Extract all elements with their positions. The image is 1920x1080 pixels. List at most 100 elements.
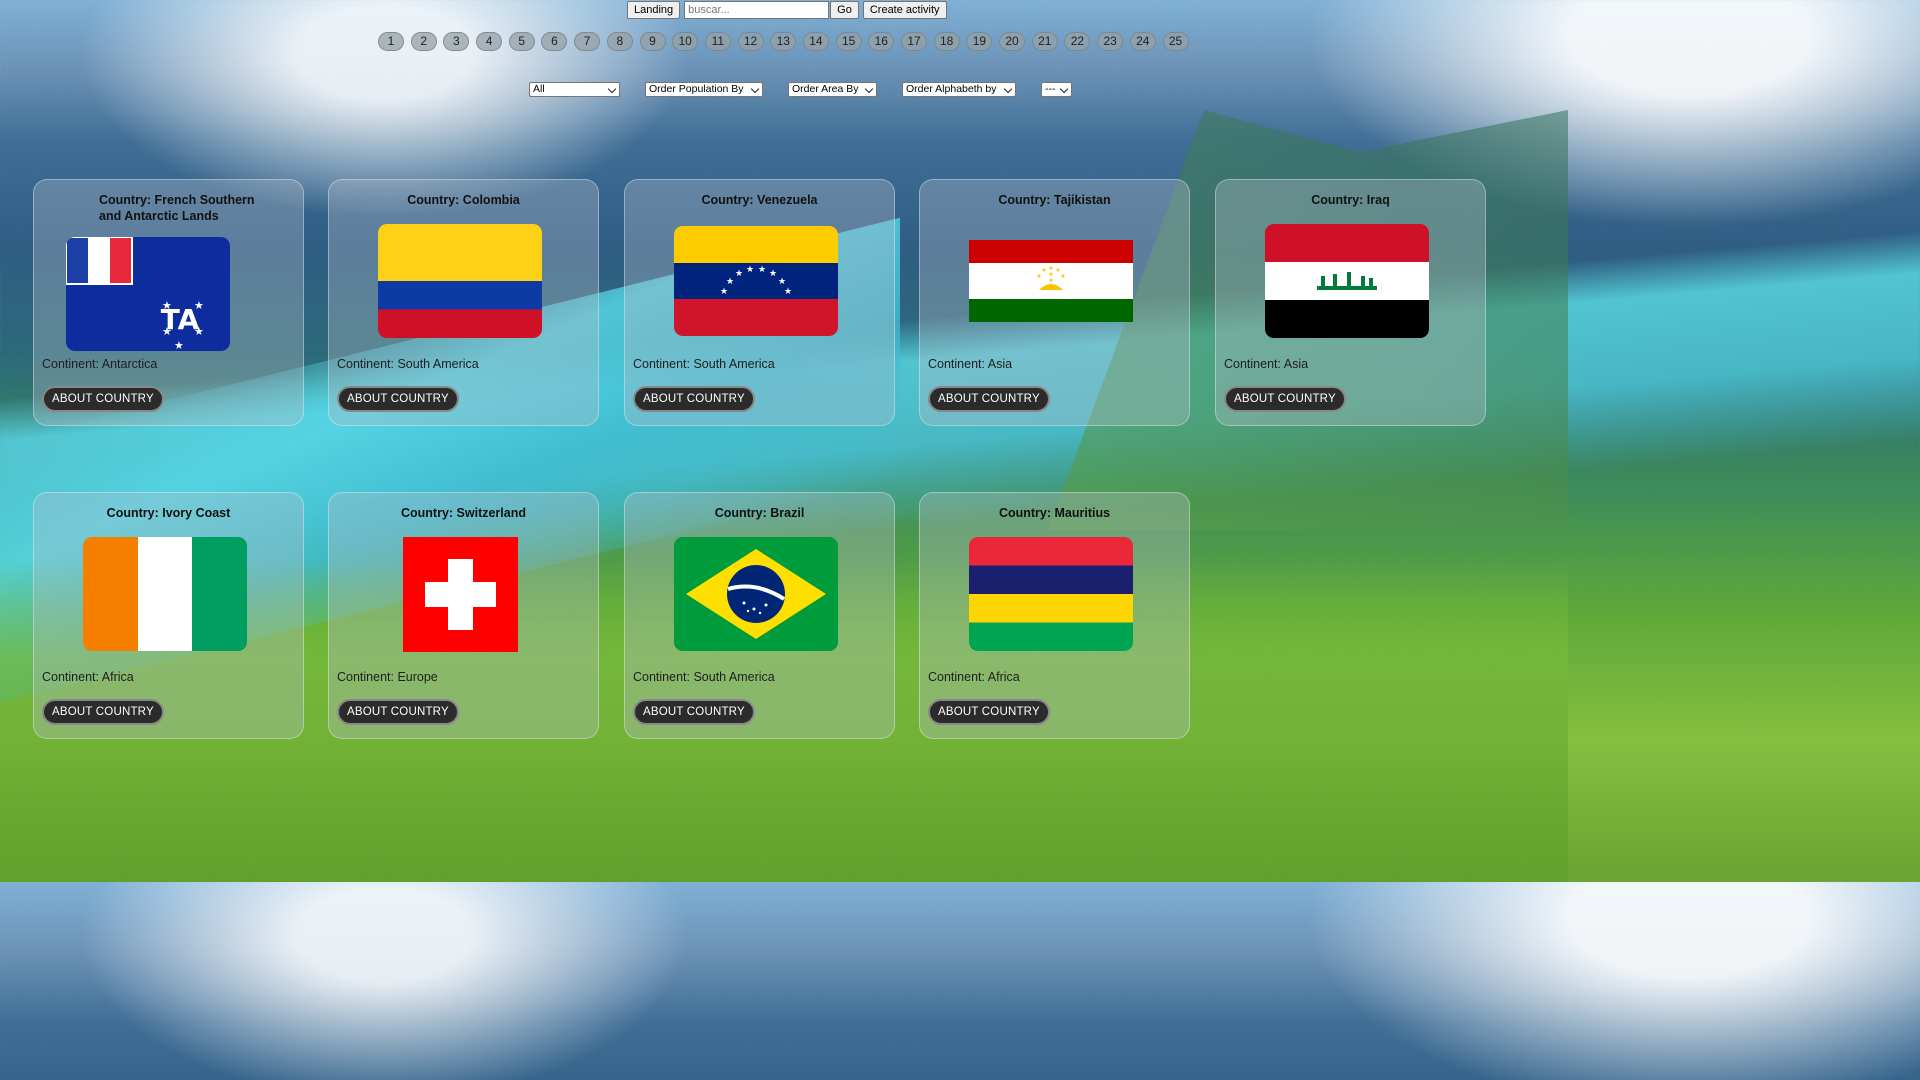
about-country-button[interactable]: ABOUT COUNTRY (1224, 386, 1346, 412)
page-button-16[interactable]: 16 (868, 32, 895, 51)
svg-text:★: ★ (778, 276, 786, 286)
country-card: Country: Brazil Continent: South America… (624, 492, 895, 739)
continent-label: Continent: Antarctica (42, 357, 158, 371)
svg-text:★: ★ (162, 300, 172, 312)
page-button-1[interactable]: 1 (378, 32, 404, 51)
svg-text:★: ★ (1036, 273, 1041, 280)
country-name: Country: Mauritius (998, 506, 1111, 520)
flag-tajikistan-icon: ★ ★ ★ ★ ★ ★ ★ (969, 240, 1133, 322)
svg-text:★: ★ (735, 268, 743, 278)
page-button-19[interactable]: 19 (966, 32, 993, 51)
svg-text:★: ★ (174, 340, 184, 351)
flag-mauritius-icon (969, 537, 1133, 651)
page-button-7[interactable]: 7 (574, 32, 601, 51)
about-country-button[interactable]: ABOUT COUNTRY (337, 386, 459, 412)
about-country-button[interactable]: ABOUT COUNTRY (633, 699, 755, 725)
page-button-17[interactable]: 17 (901, 32, 927, 51)
activity-filter-select[interactable]: --- (1041, 82, 1072, 97)
flag-venezuela-icon: ★ ★ ★ ★ ★ ★ ★ ★ (674, 226, 838, 336)
page-button-10[interactable]: 10 (672, 32, 699, 51)
country-name: Country: Ivory Coast (106, 506, 231, 520)
svg-text:★: ★ (726, 276, 734, 286)
continent-label: Continent: South America (633, 357, 775, 371)
continent-label: Continent: Asia (928, 357, 1013, 371)
page-button-3[interactable]: 3 (443, 32, 470, 51)
about-country-button[interactable]: ABOUT COUNTRY (42, 386, 164, 412)
page-button-18[interactable]: 18 (933, 32, 960, 51)
page-button-24[interactable]: 24 (1129, 32, 1156, 51)
continent-filter-select[interactable]: All (529, 82, 620, 97)
flag-brazil-icon (674, 537, 838, 651)
page-button-12[interactable]: 12 (737, 32, 764, 51)
page-button-2[interactable]: 2 (410, 32, 437, 51)
about-country-button[interactable]: ABOUT COUNTRY (928, 386, 1050, 412)
page-button-15[interactable]: 15 (835, 32, 862, 51)
continent-label: Continent: Europe (337, 670, 438, 684)
country-card: Country: Venezuela ★ ★ ★ ★ ★ ★ ★ ★ Continent:… (624, 179, 895, 426)
svg-text:★: ★ (758, 264, 766, 274)
top-bar: Landing Go Create activity (627, 1, 947, 19)
flag-switzerland-icon (403, 537, 518, 652)
svg-text:★: ★ (769, 268, 777, 278)
flag-french-southern-lands-icon: TA ★ ★ ★ ★ ★ (66, 237, 230, 351)
svg-text:★: ★ (784, 286, 792, 296)
continent-label: Continent: Asia (1224, 357, 1309, 371)
svg-text:★: ★ (194, 300, 204, 312)
svg-text:★: ★ (1060, 273, 1065, 280)
page-button-25[interactable]: 25 (1162, 32, 1189, 51)
about-country-button[interactable]: ABOUT COUNTRY (633, 386, 755, 412)
about-country-button[interactable]: ABOUT COUNTRY (42, 699, 164, 725)
flag-ivory-coast-icon (83, 537, 247, 651)
country-name: Country: Venezuela (701, 193, 818, 207)
about-country-button[interactable]: ABOUT COUNTRY (337, 699, 459, 725)
flag-iraq-icon (1265, 224, 1429, 338)
svg-text:★: ★ (162, 326, 172, 338)
country-card: Country: Iraq Continent: Asia ABOUT COUN… (1215, 179, 1486, 426)
page-button-9[interactable]: 9 (639, 32, 666, 51)
landing-button[interactable]: Landing (627, 1, 681, 19)
country-name: Country: Brazil (714, 506, 805, 520)
country-card: Country: French Southern and Antarctic L… (33, 179, 304, 426)
page-button-13[interactable]: 13 (770, 32, 797, 51)
country-name: Country: Iraq (1311, 193, 1390, 207)
svg-text:★: ★ (1041, 267, 1046, 274)
page-button-6[interactable]: 6 (541, 32, 568, 51)
flag-colombia-icon (378, 224, 542, 338)
svg-text:★: ★ (1048, 277, 1053, 284)
country-card: Country: Mauritius Continent: Africa ABO… (919, 492, 1190, 739)
population-order-select[interactable]: Order Population By (645, 82, 763, 97)
page-button-21[interactable]: 21 (1031, 32, 1058, 51)
country-card: Country: Ivory Coast Continent: Africa A… (33, 492, 304, 739)
page-button-8[interactable]: 8 (606, 32, 633, 51)
search-input[interactable] (684, 1, 830, 19)
go-button[interactable]: Go (830, 1, 859, 19)
country-name: Country: Colombia (407, 193, 520, 207)
alphabet-order-select[interactable]: Order Alphabeth by (902, 82, 1016, 97)
country-name: Country: French Southern and Antarctic L… (99, 193, 255, 223)
page-button-11[interactable]: 11 (704, 32, 731, 51)
area-order-select[interactable]: Order Area By (788, 82, 877, 97)
pagination: 1 2 3 4 5 6 7 8 9 10 11 12 13 14 15 16 1… (378, 32, 1195, 51)
svg-text:★: ★ (746, 264, 754, 274)
continent-label: Continent: Africa (928, 670, 1020, 684)
continent-label: Continent: Africa (42, 670, 134, 684)
continent-label: Continent: South America (337, 357, 479, 371)
svg-text:★: ★ (1048, 271, 1053, 278)
continent-label: Continent: South America (633, 670, 775, 684)
page-button-4[interactable]: 4 (476, 32, 503, 51)
svg-text:★: ★ (1055, 267, 1060, 274)
country-card: Country: Switzerland Continent: Europe A… (328, 492, 599, 739)
create-activity-button[interactable]: Create activity (862, 1, 947, 19)
country-card: Country: Colombia Continent: South Ameri… (328, 179, 599, 426)
page-button-22[interactable]: 22 (1064, 32, 1091, 51)
page-button-5[interactable]: 5 (508, 32, 535, 51)
page-button-14[interactable]: 14 (802, 32, 829, 51)
country-name: Country: Tajikistan (998, 193, 1111, 207)
svg-text:★: ★ (1048, 265, 1053, 272)
about-country-button[interactable]: ABOUT COUNTRY (928, 699, 1050, 725)
svg-text:★: ★ (194, 326, 204, 338)
page-button-23[interactable]: 23 (1097, 32, 1124, 51)
country-name: Country: Switzerland (400, 506, 526, 520)
page-button-20[interactable]: 20 (999, 32, 1026, 51)
country-card: Country: Tajikistan ★ ★ ★ ★ ★ ★ ★ Continent: … (919, 179, 1190, 426)
